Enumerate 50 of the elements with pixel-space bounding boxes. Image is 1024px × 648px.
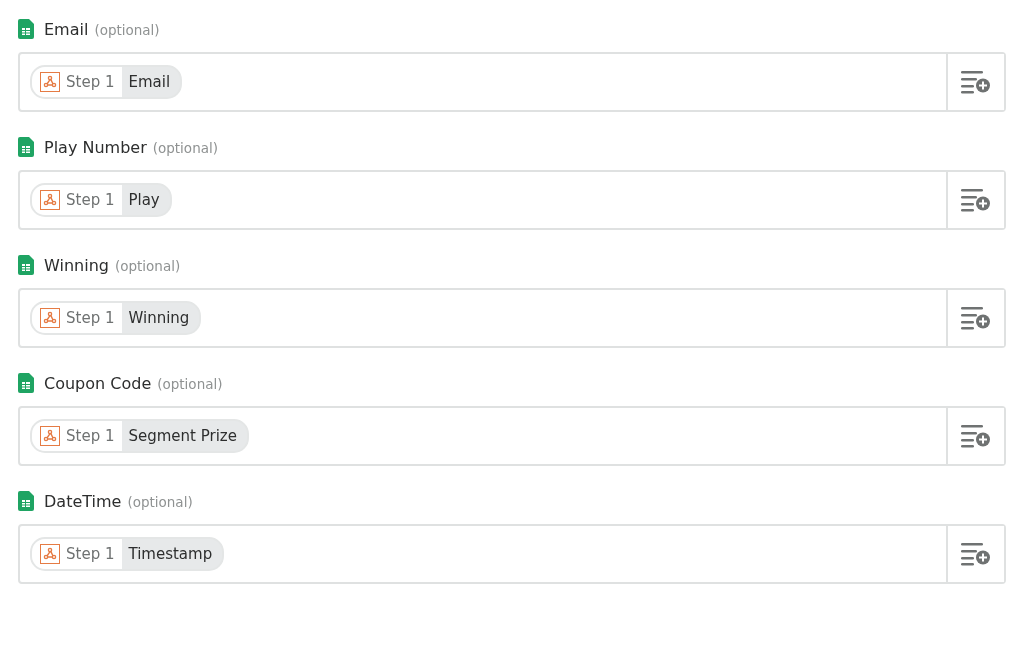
step-label: Step 1 [66,73,115,91]
spreadsheet-icon [18,19,34,39]
token-value: Timestamp [127,545,214,563]
spreadsheet-icon [18,373,34,393]
token-value: Segment Prize [127,427,238,445]
data-token[interactable]: Step 1 Timestamp [30,537,225,571]
insert-data-icon [961,188,991,212]
data-token[interactable]: Step 1 Play [30,183,172,217]
optional-hint: (optional) [127,493,193,510]
optional-hint: (optional) [152,139,218,156]
webhook-icon [40,190,60,210]
field-label: Winning [44,255,109,275]
spreadsheet-icon [18,137,34,157]
webhook-icon [40,544,60,564]
step-label: Step 1 [66,309,115,327]
field-label: DateTime [44,491,122,511]
data-token[interactable]: Step 1 Segment Prize [30,419,249,453]
field-label: Coupon Code [44,373,152,393]
step-label: Step 1 [66,191,115,209]
insert-data-button[interactable] [946,54,1004,110]
data-token[interactable]: Step 1 Winning [30,301,202,335]
spreadsheet-icon [18,491,34,511]
mapping-field[interactable]: Step 1 Play [18,170,1006,230]
optional-hint: (optional) [114,257,181,274]
data-token[interactable]: Step 1 Email [30,65,183,99]
token-value: Email [127,73,172,91]
token-value: Play [127,191,161,209]
mapping-field[interactable]: Step 1 Segment Prize [18,406,1006,466]
token-value: Winning [127,309,191,327]
insert-data-button[interactable] [946,290,1004,346]
step-label: Step 1 [66,427,115,445]
webhook-icon [40,426,60,446]
insert-data-icon [961,424,991,448]
webhook-icon [40,72,60,92]
insert-data-icon [961,306,991,330]
field-label: Play Number [44,137,147,157]
step-label: Step 1 [66,545,115,563]
insert-data-icon [961,542,991,566]
insert-data-button[interactable] [946,172,1004,228]
field-label: Email [44,19,89,39]
mapping-field[interactable]: Step 1 Email [18,52,1006,112]
webhook-icon [40,308,60,328]
insert-data-icon [961,70,991,94]
insert-data-button[interactable] [946,526,1004,582]
mapping-field[interactable]: Step 1 Timestamp [18,524,1006,584]
insert-data-button[interactable] [946,408,1004,464]
optional-hint: (optional) [94,21,160,38]
optional-hint: (optional) [157,375,223,392]
mapping-field[interactable]: Step 1 Winning [18,288,1006,348]
spreadsheet-icon [18,255,34,275]
